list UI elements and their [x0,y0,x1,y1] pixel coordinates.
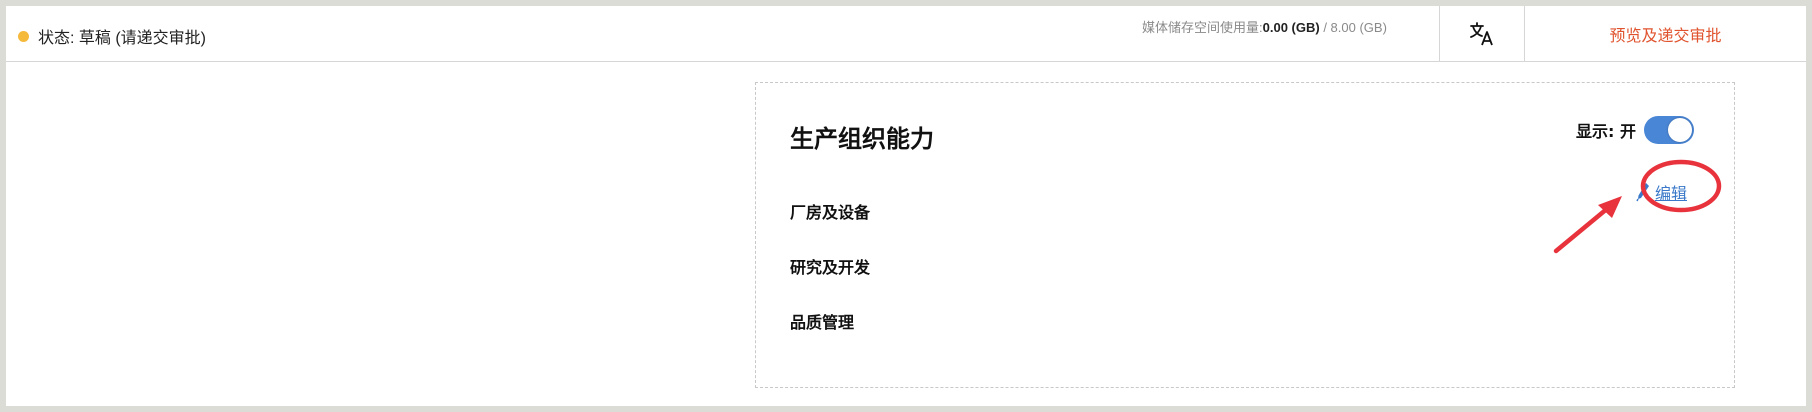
pencil-icon [1636,182,1650,202]
card-title: 生产组织能力 [790,125,934,153]
section-quality-management: 品质管理 [790,313,855,332]
preview-submit-button[interactable]: 预览及递交审批 [1525,6,1806,61]
edit-label: 编辑 [1655,186,1688,203]
status-text: 状态: 草稿 (请递交审批) [38,30,206,47]
translate-button[interactable] [1440,6,1524,61]
storage-used: 0.00 (GB) [1262,20,1320,35]
translate-icon [1470,21,1493,45]
storage-usage: 媒体储存空间使用量:0.00 (GB) / 8.00 (GB) [1142,17,1387,36]
section-research-development: 研究及开发 [790,258,871,277]
switch-knob [1668,118,1692,142]
top-bar: 状态: 草稿 (请递交审批) 媒体储存空间使用量:0.00 (GB) / 8.0… [6,6,1806,62]
display-toggle: 显示: 开 [1576,116,1694,144]
edit-link[interactable]: 编辑 [1636,180,1687,204]
display-label: 显示: 开 [1576,122,1636,141]
production-capability-card: 生产组织能力 显示: 开 编辑 厂房及设备 研究及开发 品质管理 [755,82,1735,388]
status-dot-icon [18,30,29,42]
display-switch[interactable] [1644,116,1694,144]
section-factory-equipment: 厂房及设备 [790,203,871,222]
page-frame: 状态: 草稿 (请递交审批) 媒体储存空间使用量:0.00 (GB) / 8.0… [6,6,1806,406]
storage-label: 媒体储存空间使用量: [1142,20,1263,35]
storage-total: / 8.00 (GB) [1319,20,1387,35]
status-indicator: 状态: 草稿 (请递交审批) [18,24,206,48]
